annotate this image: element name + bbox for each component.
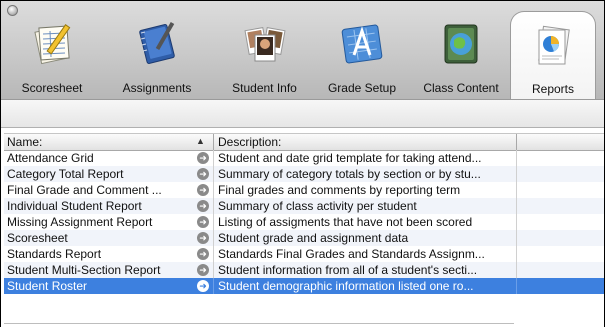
- student-info-icon: [243, 27, 286, 62]
- tool-scoresheet[interactable]: Scoresheet: [7, 1, 97, 99]
- column-header-name[interactable]: Name:: [7, 135, 42, 149]
- column-divider: [516, 166, 517, 182]
- column-divider: [213, 198, 214, 214]
- tool-label: Student Info: [232, 81, 297, 95]
- class-content-icon: [444, 24, 478, 64]
- table-header: Name: ▲ Description:: [4, 133, 604, 151]
- table-row[interactable]: Student Multi-Section Report ➜ Student i…: [4, 262, 604, 278]
- report-name: Individual Student Report: [7, 199, 142, 213]
- sort-ascending-icon[interactable]: ▲: [196, 136, 205, 146]
- column-divider: [516, 182, 517, 198]
- arrow-right-icon[interactable]: ➜: [197, 248, 209, 260]
- report-description: Listing of assigments that have not been…: [218, 215, 473, 229]
- tool-label: Scoresheet: [21, 81, 83, 95]
- column-divider: [213, 182, 214, 198]
- column-divider: [213, 262, 214, 278]
- tool-label: Assignments: [122, 81, 192, 95]
- tool-assignments[interactable]: Assignments: [97, 1, 217, 99]
- column-header-description[interactable]: Description:: [218, 135, 281, 149]
- report-description: Summary of category totals by section or…: [218, 167, 481, 181]
- tool-reports[interactable]: Reports: [510, 11, 596, 100]
- arrow-right-icon[interactable]: ➜: [197, 280, 209, 292]
- report-description: Student demographic information listed o…: [218, 279, 474, 293]
- column-separator[interactable]: [516, 134, 517, 150]
- report-name: Attendance Grid: [7, 151, 94, 165]
- column-divider: [213, 230, 214, 246]
- report-description: Final grades and comments by reporting t…: [218, 183, 461, 197]
- arrow-right-icon[interactable]: ➜: [197, 264, 209, 276]
- arrow-right-icon[interactable]: ➜: [197, 168, 209, 180]
- arrow-right-icon[interactable]: ➜: [197, 200, 209, 212]
- report-description: Student grade and assignment data: [218, 231, 409, 245]
- column-divider: [516, 230, 517, 246]
- table-row[interactable]: Category Total Report ➜ Summary of categ…: [4, 166, 604, 182]
- arrow-right-icon[interactable]: ➜: [197, 184, 209, 196]
- report-name: Scoresheet: [7, 231, 68, 245]
- grade-setup-icon: [341, 24, 383, 64]
- table-bottom-border: [4, 323, 514, 324]
- arrow-right-icon[interactable]: ➜: [197, 152, 209, 164]
- tool-grade-setup[interactable]: Grade Setup: [312, 1, 412, 99]
- report-description: Standards Final Grades and Standards Ass…: [218, 247, 485, 261]
- column-separator[interactable]: [213, 134, 214, 150]
- table-row[interactable]: Standards Report ➜ Standards Final Grade…: [4, 246, 604, 262]
- report-name: Final Grade and Comment ...: [7, 183, 162, 197]
- table-row[interactable]: Attendance Grid ➜ Student and date grid …: [4, 150, 604, 166]
- report-name: Standards Report: [7, 247, 102, 261]
- column-divider: [516, 198, 517, 214]
- table-row[interactable]: Individual Student Report ➜ Summary of c…: [4, 198, 604, 214]
- column-divider: [516, 214, 517, 230]
- report-description: Student and date grid template for takin…: [218, 151, 482, 165]
- report-description: Summary of class activity per student: [218, 199, 417, 213]
- tool-label: Grade Setup: [327, 81, 397, 95]
- sub-toolbar: [1, 99, 604, 128]
- report-name: Category Total Report: [7, 167, 124, 181]
- column-divider: [516, 262, 517, 278]
- column-divider: [516, 278, 517, 294]
- tool-class-content[interactable]: Class Content: [412, 1, 510, 99]
- column-divider: [213, 166, 214, 182]
- toolbar: Scoresheet Assignments Student Info Grad…: [1, 1, 604, 100]
- column-divider: [213, 278, 214, 294]
- table-row-selected[interactable]: Student Roster ➜ Student demographic inf…: [4, 278, 604, 294]
- tool-student-info[interactable]: Student Info: [217, 1, 312, 99]
- report-description: Student information from all of a studen…: [218, 263, 478, 277]
- report-name: Missing Assignment Report: [7, 215, 153, 229]
- column-divider: [516, 150, 517, 166]
- assignments-icon: [139, 22, 175, 64]
- column-divider: [213, 214, 214, 230]
- report-name: Student Roster: [7, 279, 88, 293]
- reports-icon: [538, 25, 570, 65]
- column-divider: [213, 150, 214, 166]
- column-divider: [213, 246, 214, 262]
- tool-label: Class Content: [423, 81, 499, 95]
- report-name: Student Multi-Section Report: [7, 263, 161, 277]
- scoresheet-icon: [34, 24, 71, 65]
- arrow-right-icon[interactable]: ➜: [197, 232, 209, 244]
- table-row[interactable]: Missing Assignment Report ➜ Listing of a…: [4, 214, 604, 230]
- table-row[interactable]: Final Grade and Comment ... ➜ Final grad…: [4, 182, 604, 198]
- table-row[interactable]: Scoresheet ➜ Student grade and assignmen…: [4, 230, 604, 246]
- arrow-right-icon[interactable]: ➜: [197, 216, 209, 228]
- column-divider: [516, 246, 517, 262]
- reports-table: Name: ▲ Description: Attendance Grid ➜ S…: [4, 133, 604, 317]
- tool-label: Reports: [531, 82, 575, 96]
